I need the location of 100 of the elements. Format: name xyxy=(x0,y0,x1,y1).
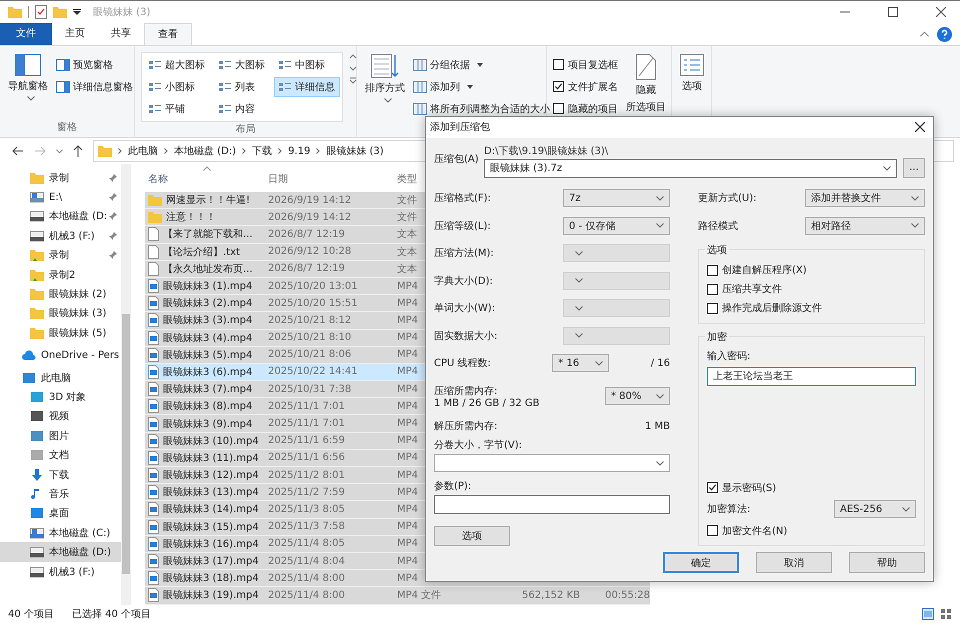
pin-icon[interactable] xyxy=(109,193,117,202)
chevron-icon[interactable] xyxy=(118,148,122,154)
nav-item[interactable]: 文档 xyxy=(0,445,121,465)
nav-item[interactable]: 此电脑 xyxy=(0,368,121,388)
collapse-ribbon-icon[interactable] xyxy=(920,31,929,37)
nav-item[interactable]: 本地磁盘 (D: xyxy=(0,206,121,226)
dialog-button[interactable]: 确定 xyxy=(663,552,739,573)
layout-option[interactable]: 内容 xyxy=(214,99,270,119)
layout-option[interactable]: 中图标 xyxy=(274,55,340,75)
help-icon[interactable] xyxy=(937,26,952,42)
breadcrumb[interactable]: 9.19 xyxy=(288,146,310,156)
up-icon[interactable] xyxy=(73,145,83,157)
nav-item[interactable]: 下载 xyxy=(0,464,121,484)
view-button[interactable]: 分组依据 xyxy=(413,56,550,73)
nav-item[interactable]: 桌面 xyxy=(0,504,121,524)
dropdown-icon[interactable] xyxy=(73,9,81,15)
scrollbar[interactable] xyxy=(121,164,131,605)
password-field[interactable]: 上老王论坛当老王 xyxy=(707,366,916,386)
column-header[interactable]: 名称 xyxy=(145,172,265,186)
nav-item[interactable]: 机械3 (F:) xyxy=(0,226,121,246)
hide-selected-button[interactable]: 隐藏 所选项目 xyxy=(624,50,668,118)
nav-item[interactable]: 本地磁盘 (C:) xyxy=(0,523,121,542)
breadcrumb[interactable]: 下载 xyxy=(252,144,272,158)
layout-option[interactable]: 小图标 xyxy=(144,77,210,97)
checkbox[interactable] xyxy=(707,284,718,294)
chevron-icon[interactable] xyxy=(242,148,246,154)
pane-button[interactable]: 详细信息窗格 xyxy=(56,78,133,95)
nav-item[interactable]: 3D 对象 xyxy=(0,387,121,407)
dropdown[interactable]: 0 - 仅存储 xyxy=(563,216,670,235)
nav-item[interactable]: E:\ xyxy=(0,187,121,207)
back-icon[interactable] xyxy=(12,146,24,156)
column-header[interactable]: 类型 xyxy=(394,172,424,186)
close-icon[interactable] xyxy=(936,7,946,17)
browse-button[interactable]: ... xyxy=(903,158,925,178)
details-view-icon[interactable] xyxy=(922,608,934,620)
ribbon-tab[interactable]: 主页 xyxy=(52,23,98,45)
nav-item[interactable]: 机械3 (F:) xyxy=(0,562,121,582)
close-icon[interactable] xyxy=(915,122,925,132)
pin-icon[interactable] xyxy=(109,212,117,220)
properties-icon[interactable] xyxy=(35,5,47,19)
chevron-icon[interactable] xyxy=(278,148,282,154)
breadcrumb[interactable]: 此电脑 xyxy=(128,144,158,158)
gallery-scroll-icon[interactable] xyxy=(349,54,357,84)
pin-icon[interactable] xyxy=(109,174,117,182)
pane-button[interactable]: 预览窗格 xyxy=(56,56,133,73)
ribbon-tab[interactable]: 文件 xyxy=(0,23,52,45)
layout-option[interactable]: 列表 xyxy=(214,77,270,97)
parameters-field[interactable] xyxy=(434,495,670,514)
recent-dropdown-icon[interactable] xyxy=(56,148,63,154)
checkbox[interactable] xyxy=(707,264,718,276)
layout-option[interactable]: 平铺 xyxy=(144,99,210,119)
dialog-button[interactable]: 帮助 xyxy=(849,552,925,573)
nav-item[interactable]: 音乐 xyxy=(0,484,121,504)
dropdown[interactable]: 相对路径 xyxy=(805,216,925,235)
navigation-pane-button[interactable]: 导航窗格 xyxy=(6,50,50,105)
layout-option[interactable]: 超大图标 xyxy=(144,55,210,75)
nav-item[interactable]: 本地磁盘 (D:) xyxy=(0,542,121,562)
column-header[interactable]: 日期 xyxy=(265,172,394,186)
layout-option[interactable]: 大图标 xyxy=(214,55,270,75)
view-button[interactable]: 添加列 xyxy=(413,78,550,95)
options-button[interactable]: 选项 xyxy=(678,50,706,97)
options-icon xyxy=(680,54,704,76)
dialog-button[interactable]: 取消 xyxy=(756,552,832,573)
checkbox[interactable] xyxy=(553,81,564,92)
file-row[interactable]: 眼镜妹妹3 (19).mp4 2025/11/4 8:00 MP4 文件 562,152 KB 00:55:28 xyxy=(145,587,650,604)
large-icons-view-icon[interactable] xyxy=(940,608,952,620)
breadcrumb[interactable]: 本地磁盘 (D:) xyxy=(174,144,236,158)
breadcrumb[interactable]: 眼镜妹妹 (3) xyxy=(326,144,384,158)
checkbox[interactable] xyxy=(553,59,564,70)
nav-item[interactable]: OneDrive - Pers xyxy=(0,346,121,365)
chevron-icon[interactable] xyxy=(316,148,320,154)
ribbon-tab[interactable]: 查看 xyxy=(144,23,192,45)
dropdown[interactable]: * 80% xyxy=(605,387,670,405)
nav-item[interactable]: 录制2 xyxy=(0,264,121,284)
maximize-icon[interactable] xyxy=(888,7,898,17)
pin-icon[interactable] xyxy=(109,232,117,240)
layout-option[interactable]: 详细信息 xyxy=(274,77,340,97)
checkbox[interactable] xyxy=(707,302,718,314)
nav-item[interactable]: 录制 xyxy=(0,246,121,265)
nav-item[interactable]: 图片 xyxy=(0,426,121,446)
nav-item[interactable]: 眼镜妹妹 (5) xyxy=(0,323,121,343)
ribbon-tab[interactable]: 共享 xyxy=(98,23,144,45)
nav-item[interactable]: 录制 xyxy=(0,168,121,188)
dropdown[interactable]: * 16 xyxy=(552,354,610,372)
nav-item[interactable]: 视频 xyxy=(0,406,121,426)
view-button[interactable]: 将所有列调整为合适的大小 xyxy=(413,100,550,117)
chevron-icon[interactable] xyxy=(164,148,168,154)
pin-icon[interactable] xyxy=(109,251,117,260)
dropdown[interactable]: 7z xyxy=(563,189,670,208)
file-length: 00:55:28 xyxy=(604,590,650,601)
nav-item[interactable]: 眼镜妹妹 (2) xyxy=(0,284,121,304)
checkbox[interactable] xyxy=(707,525,718,536)
options-button[interactable]: 选项 xyxy=(434,526,510,546)
dropdown[interactable]: AES-256 xyxy=(834,500,916,518)
archive-name-combobox[interactable]: 眼镜妹妹 (3).7z xyxy=(484,158,897,178)
sort-button[interactable]: 排序方式 xyxy=(363,50,407,107)
dropdown[interactable]: 添加并替换文件 xyxy=(805,189,925,208)
checkbox[interactable] xyxy=(553,103,564,114)
checkbox[interactable] xyxy=(707,482,718,493)
nav-item[interactable]: 眼镜妹妹 (3) xyxy=(0,304,121,324)
